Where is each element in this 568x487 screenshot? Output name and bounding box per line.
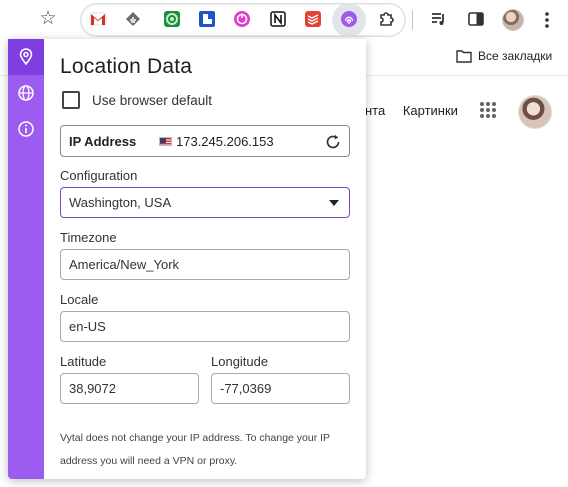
timezone-label: Timezone — [60, 230, 117, 245]
longitude-value: -77,0369 — [220, 381, 272, 396]
feedly-icon[interactable] — [124, 10, 142, 28]
google-header-links: нта Картинки — [365, 103, 472, 118]
use-browser-default-row[interactable]: Use browser default — [62, 91, 212, 109]
bookmark-star-icon[interactable]: ☆ — [38, 9, 58, 29]
page-title: Location Data — [60, 55, 193, 78]
all-bookmarks-button[interactable]: Все закладки — [456, 49, 552, 63]
profile-avatar[interactable] — [502, 9, 524, 31]
extensions-puzzle-icon[interactable] — [377, 10, 395, 28]
vytal-fingerprint-icon[interactable] — [340, 10, 358, 28]
globe-icon[interactable] — [8, 75, 44, 111]
longitude-field[interactable]: -77,0369 — [211, 373, 350, 404]
gmail-icon[interactable] — [89, 10, 107, 28]
browser-toolbar: ☆ — [0, 0, 568, 40]
todoist-icon[interactable] — [304, 10, 322, 28]
locale-field[interactable]: en-US — [60, 311, 350, 342]
green-extension-icon[interactable] — [163, 10, 181, 28]
blue-extension-icon[interactable] — [198, 10, 216, 28]
header-link-mail[interactable]: нта — [365, 103, 385, 118]
refresh-icon[interactable] — [323, 132, 343, 152]
ip-address-box: IP Address 173.245.206.153 — [60, 125, 350, 157]
ip-address-value: 173.245.206.153 — [176, 134, 274, 149]
info-icon[interactable] — [8, 111, 44, 147]
latitude-label: Latitude — [60, 354, 107, 369]
locale-value: en-US — [69, 319, 106, 334]
browser-menu-icon[interactable] — [540, 10, 554, 30]
google-account-avatar[interactable] — [518, 95, 552, 129]
all-bookmarks-label: Все закладки — [478, 49, 553, 63]
header-link-images[interactable]: Картинки — [403, 103, 458, 118]
latitude-value: 38,9072 — [69, 381, 116, 396]
popup-side-rail — [8, 39, 44, 479]
use-browser-default-checkbox[interactable] — [62, 91, 80, 109]
timezone-value: America/New_York — [69, 257, 180, 272]
chevron-down-icon — [329, 200, 339, 206]
longitude-label: Longitude — [211, 354, 269, 369]
ip-address-label: IP Address — [69, 134, 137, 149]
notion-icon[interactable] — [269, 10, 287, 28]
latitude-field[interactable]: 38,9072 — [60, 373, 199, 404]
toolbar-separator — [412, 10, 413, 30]
google-apps-icon[interactable] — [480, 102, 496, 118]
pink-power-icon[interactable] — [233, 10, 251, 28]
us-flag-icon — [159, 137, 172, 146]
locale-label: Locale — [60, 292, 99, 307]
use-browser-default-label: Use browser default — [92, 92, 213, 108]
timezone-field[interactable]: America/New_York — [60, 249, 350, 280]
configuration-label: Configuration — [60, 168, 138, 183]
vytal-popup: Location Data Use browser default IP Add… — [8, 39, 366, 479]
side-panel-icon[interactable] — [467, 10, 485, 28]
configuration-value: Washington, USA — [69, 195, 172, 210]
vpn-note: Vytal does not change your IP address. T… — [60, 432, 330, 467]
configuration-select[interactable]: Washington, USA — [60, 187, 350, 218]
location-pin-icon[interactable] — [8, 39, 44, 75]
media-queue-icon[interactable] — [430, 10, 448, 28]
folder-icon — [456, 50, 472, 63]
